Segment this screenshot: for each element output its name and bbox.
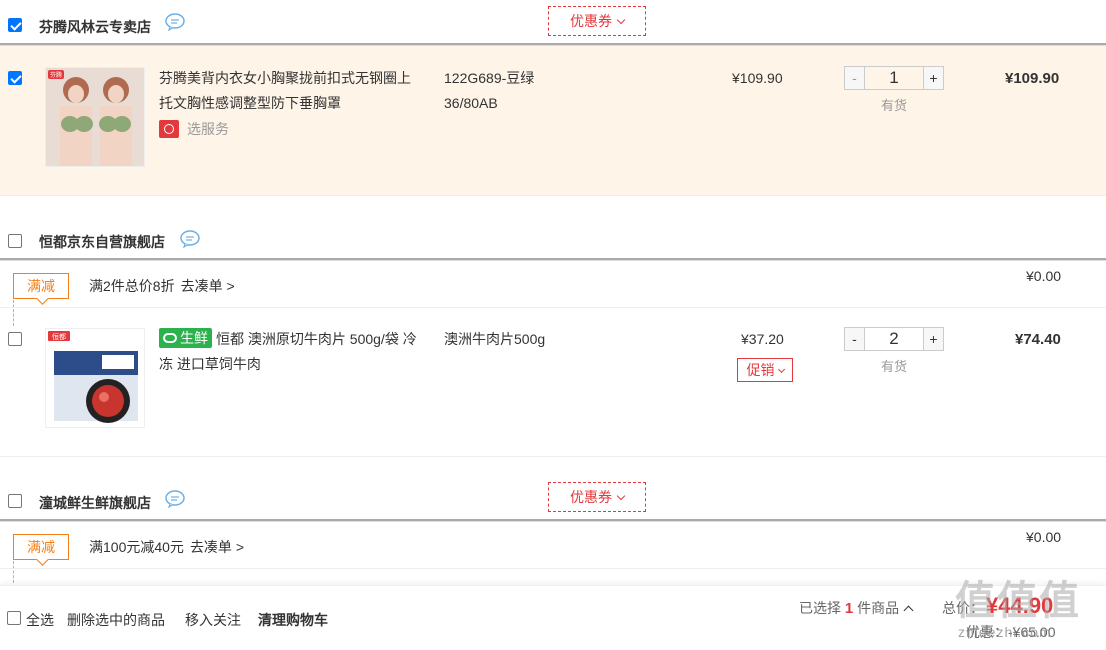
fresh-badge: 生鲜	[159, 328, 212, 348]
fresh-badge-label: 生鲜	[180, 329, 208, 346]
item-2-spec: 澳洲牛肉片500g	[444, 327, 594, 352]
quantity-input[interactable]: 2	[865, 328, 923, 350]
chat-icon[interactable]	[165, 13, 185, 31]
item-2-price: ¥37.20	[741, 331, 784, 347]
delete-selected-link[interactable]: 删除选中的商品	[67, 610, 165, 630]
cart-page: 芬腾风林云专卖店 优惠券 芬腾 芬腾美背内衣女小胸聚拢前扣式无钢圈上托文胸性感调…	[0, 0, 1106, 650]
spec-line: 36/80AB	[444, 95, 498, 111]
watermark-url: zhidezhi.com	[958, 624, 1052, 640]
product-image: 恒都	[46, 329, 144, 427]
cart-summary-bar: 全选 删除选中的商品 移入关注 清理购物车 已选择 1 件商品 总价： ¥44.…	[0, 579, 1106, 650]
increase-button[interactable]: +	[923, 67, 943, 89]
thumb-logo-text: 芬腾	[50, 71, 62, 79]
clear-cart-link[interactable]: 清理购物车	[258, 610, 328, 630]
quantity-input[interactable]: 1	[865, 67, 923, 89]
item-1-spec: 122G689-豆绿 36/80AB	[444, 66, 594, 116]
row-divider	[0, 568, 1106, 569]
selected-suffix: 件商品	[857, 600, 900, 616]
select-all-label[interactable]: 全选	[26, 610, 54, 630]
item-1-subtotal: ¥109.90	[1005, 70, 1060, 87]
spec-line: 122G689-豆绿	[444, 70, 535, 86]
coupon-label: 优惠券	[570, 13, 612, 29]
selected-count: 1	[844, 600, 854, 617]
item-2-checkbox[interactable]	[8, 332, 22, 346]
spec-line: 澳洲牛肉片500g	[444, 331, 546, 347]
chevron-down-icon	[616, 491, 626, 501]
shop-3-name[interactable]: 潼城鲜生鲜旗舰店	[39, 493, 151, 513]
select-service-link[interactable]: 选服务	[159, 119, 229, 139]
watermark-logo: 值值值	[955, 579, 1081, 623]
coupon-button-shop-3[interactable]: 优惠券	[548, 482, 646, 512]
promo-add-items-link[interactable]: 去凑单 >	[181, 278, 235, 294]
promo-discount: ¥0.00	[1026, 529, 1062, 545]
move-to-favorites-link[interactable]: 移入关注	[185, 610, 241, 630]
chat-icon[interactable]	[165, 490, 185, 508]
promo-connector	[13, 561, 14, 583]
promo-description: 满2件总价8折 去凑单 >	[89, 276, 235, 296]
shop-3-checkbox[interactable]	[8, 494, 22, 508]
promo-description: 满100元减40元 去凑单 >	[89, 537, 244, 557]
item-2-title[interactable]: 生鲜 恒都 澳洲原切牛肉片 500g/袋 冷冻 进口草饲牛肉	[159, 327, 421, 377]
item-2-quantity-stepper: - 2 +	[844, 327, 944, 351]
shop-2-checkbox[interactable]	[8, 234, 22, 248]
thumb-logo-text: 恒都	[52, 332, 66, 341]
promo-tag: 满减	[13, 273, 69, 299]
promo-add-items-link[interactable]: 去凑单 >	[190, 539, 244, 555]
promo-discount: ¥0.00	[1026, 268, 1062, 284]
stock-status: 有货	[881, 98, 908, 113]
cart-item-row: 芬腾 芬腾美背内衣女小胸聚拢前扣式无钢圈上托文胸性感调整型防下垂胸罩 选服务 1…	[0, 46, 1106, 195]
row-divider	[0, 456, 1106, 457]
promotion-label: 促销	[746, 362, 775, 378]
selected-count-toggle[interactable]: 已选择 1 件商品	[799, 598, 914, 618]
promo-tag: 满减	[13, 534, 69, 560]
decrease-button[interactable]: -	[845, 67, 865, 89]
chat-icon[interactable]	[180, 230, 200, 248]
shop-1-name[interactable]: 芬腾风林云专卖店	[39, 17, 151, 37]
shop-3-divider	[0, 519, 1106, 522]
promo-text: 满2件总价8折	[89, 278, 175, 294]
promo-text: 满100元减40元	[89, 539, 184, 555]
selected-prefix: 已选择	[799, 600, 841, 616]
service-icon	[159, 120, 179, 138]
row-divider	[0, 195, 1106, 196]
stock-status: 有货	[881, 359, 908, 374]
coupon-label: 优惠券	[570, 489, 612, 505]
shop-2-divider	[0, 258, 1106, 261]
item-2-thumbnail[interactable]: 恒都	[45, 328, 145, 428]
promotion-dropdown[interactable]: 促销	[737, 358, 793, 382]
chevron-down-icon	[616, 15, 626, 25]
cart-item-row: 恒都 生鲜 恒都 澳洲原切牛肉片 500g/袋 冷冻 进口草饲牛肉 澳洲牛肉片50…	[0, 308, 1106, 456]
item-1-checkbox[interactable]	[8, 71, 22, 85]
chevron-down-icon	[777, 365, 785, 374]
decrease-button[interactable]: -	[845, 328, 865, 350]
service-label: 选服务	[187, 121, 229, 137]
item-1-title[interactable]: 芬腾美背内衣女小胸聚拢前扣式无钢圈上托文胸性感调整型防下垂胸罩	[159, 66, 421, 116]
shop-2-name[interactable]: 恒都京东自营旗舰店	[39, 232, 165, 252]
select-all-checkbox[interactable]	[7, 611, 21, 625]
coupon-button-shop-1[interactable]: 优惠券	[548, 6, 646, 36]
item-1-quantity-stepper: - 1 +	[844, 66, 944, 90]
product-image: 芬腾	[46, 68, 144, 166]
item-1-price: ¥109.90	[732, 70, 783, 86]
increase-button[interactable]: +	[923, 328, 943, 350]
shop-1-checkbox[interactable]	[8, 18, 22, 32]
leaf-icon	[163, 333, 177, 343]
item-1-thumbnail[interactable]: 芬腾	[45, 67, 145, 167]
item-2-subtotal: ¥74.40	[1015, 331, 1061, 348]
caret-up-icon	[903, 605, 914, 616]
